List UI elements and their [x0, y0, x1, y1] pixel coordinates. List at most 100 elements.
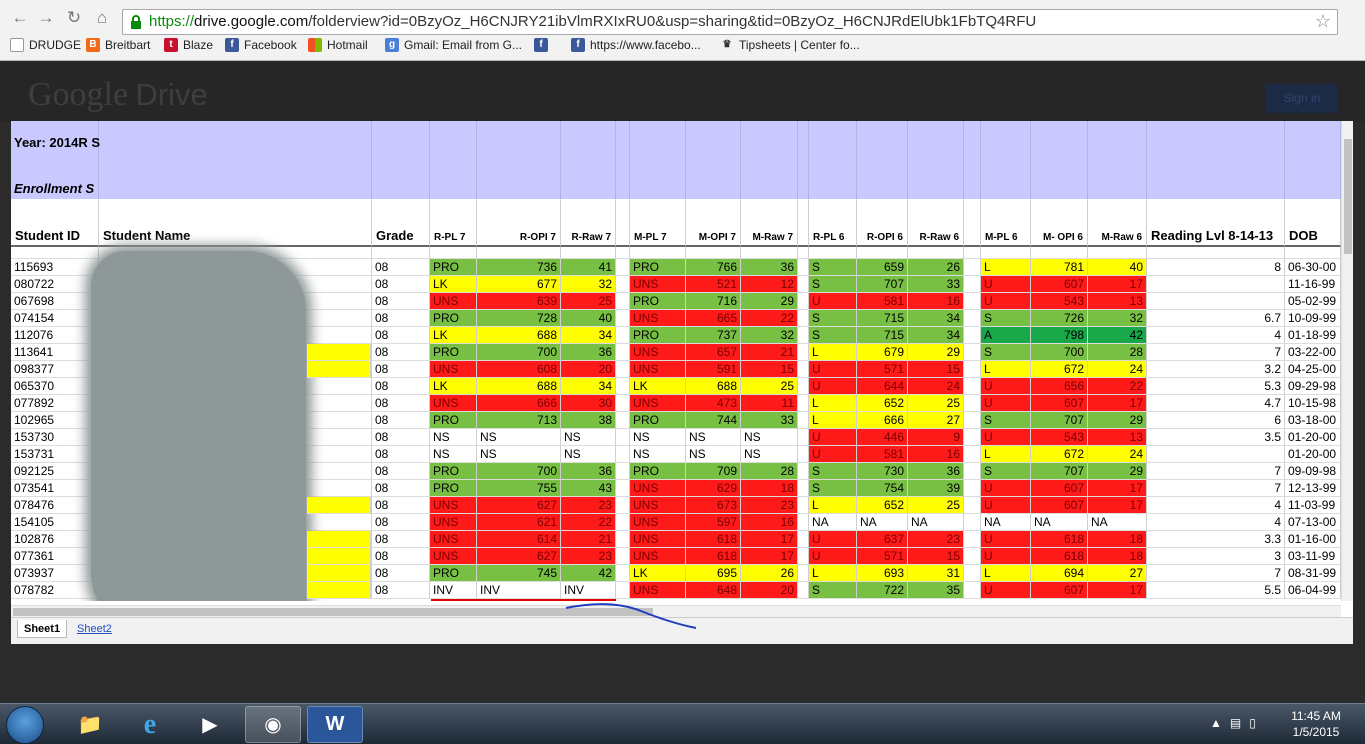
table-cell[interactable]: [964, 259, 981, 276]
bookmark-tipsheets[interactable]: ♛ Tipsheets | Center fo...: [720, 38, 860, 52]
table-cell[interactable]: LK: [630, 565, 686, 582]
table-cell[interactable]: U: [981, 276, 1031, 293]
table-cell[interactable]: 607: [1031, 497, 1088, 514]
table-cell[interactable]: [798, 463, 809, 480]
table-cell[interactable]: 722: [857, 582, 908, 599]
table-cell[interactable]: PRO: [630, 259, 686, 276]
column-header[interactable]: Reading Lvl 8-14-13: [1147, 199, 1285, 247]
table-cell[interactable]: 20: [741, 582, 798, 599]
table-cell[interactable]: UNS: [630, 310, 686, 327]
table-cell[interactable]: 730: [857, 463, 908, 480]
table-cell[interactable]: [964, 480, 981, 497]
table-cell[interactable]: 092125: [11, 463, 99, 480]
table-cell[interactable]: NS: [686, 446, 741, 463]
table-cell[interactable]: 728: [477, 310, 561, 327]
table-cell[interactable]: [964, 582, 981, 599]
table-cell[interactable]: 688: [477, 327, 561, 344]
table-cell[interactable]: U: [809, 361, 857, 378]
table-cell[interactable]: NA: [809, 514, 857, 531]
table-cell[interactable]: [616, 361, 630, 378]
table-cell[interactable]: 15: [741, 361, 798, 378]
table-cell[interactable]: [964, 378, 981, 395]
table-cell[interactable]: [964, 361, 981, 378]
table-cell[interactable]: 15: [908, 548, 964, 565]
table-cell[interactable]: [798, 514, 809, 531]
column-header[interactable]: M-PL 7: [630, 199, 686, 247]
table-cell[interactable]: 01-18-99: [1285, 327, 1341, 344]
table-cell[interactable]: 35: [908, 582, 964, 599]
table-cell[interactable]: 607: [1031, 395, 1088, 412]
table-cell[interactable]: 01-20-00: [1285, 429, 1341, 446]
table-cell[interactable]: 707: [857, 276, 908, 293]
table-cell[interactable]: 113641: [11, 344, 99, 361]
table-cell[interactable]: [616, 565, 630, 582]
table-cell[interactable]: PRO: [630, 412, 686, 429]
table-cell[interactable]: 32: [741, 327, 798, 344]
table-cell[interactable]: 665: [686, 310, 741, 327]
table-cell[interactable]: L: [981, 446, 1031, 463]
table-cell[interactable]: 08: [372, 310, 430, 327]
table-cell[interactable]: A: [981, 327, 1031, 344]
table-cell[interactable]: 38: [561, 412, 616, 429]
table-cell[interactable]: [798, 378, 809, 395]
media-player-icon[interactable]: ▶: [182, 706, 238, 743]
table-cell[interactable]: [616, 276, 630, 293]
table-cell[interactable]: L: [809, 344, 857, 361]
table-cell[interactable]: 42: [1088, 327, 1147, 344]
table-cell[interactable]: 17: [1088, 395, 1147, 412]
horizontal-scroll-thumb[interactable]: [13, 608, 653, 616]
table-cell[interactable]: 08: [372, 565, 430, 582]
table-cell[interactable]: U: [809, 429, 857, 446]
table-cell[interactable]: U: [809, 548, 857, 565]
table-cell[interactable]: NS: [630, 446, 686, 463]
table-cell[interactable]: UNS: [630, 514, 686, 531]
home-icon[interactable]: ⌂: [90, 6, 114, 30]
table-cell[interactable]: UNS: [430, 497, 477, 514]
table-cell[interactable]: 23: [908, 531, 964, 548]
table-cell[interactable]: 473: [686, 395, 741, 412]
table-cell[interactable]: 28: [741, 463, 798, 480]
table-cell[interactable]: 41: [561, 259, 616, 276]
table-cell[interactable]: 446: [857, 429, 908, 446]
table-cell[interactable]: [964, 463, 981, 480]
table-cell[interactable]: 17: [1088, 582, 1147, 599]
table-cell[interactable]: [964, 412, 981, 429]
table-cell[interactable]: 591: [686, 361, 741, 378]
column-header[interactable]: M-PL 6: [981, 199, 1031, 247]
table-cell[interactable]: 08: [372, 412, 430, 429]
table-cell[interactable]: 36: [741, 259, 798, 276]
table-cell[interactable]: [964, 429, 981, 446]
table-cell[interactable]: [964, 531, 981, 548]
table-cell[interactable]: 745: [477, 565, 561, 582]
table-cell[interactable]: [616, 548, 630, 565]
table-cell[interactable]: 629: [686, 480, 741, 497]
table-cell[interactable]: 715: [857, 310, 908, 327]
table-cell[interactable]: 709: [686, 463, 741, 480]
table-cell[interactable]: 31: [908, 565, 964, 582]
table-cell[interactable]: U: [981, 497, 1031, 514]
table-cell[interactable]: 637: [857, 531, 908, 548]
table-cell[interactable]: UNS: [630, 497, 686, 514]
table-cell[interactable]: 648: [686, 582, 741, 599]
bookmark-facebook-2[interactable]: f: [534, 38, 553, 52]
table-cell[interactable]: 34: [561, 378, 616, 395]
table-cell[interactable]: 40: [1088, 259, 1147, 276]
table-cell[interactable]: 6.7: [1147, 310, 1285, 327]
table-cell[interactable]: 597: [686, 514, 741, 531]
table-cell[interactable]: L: [809, 497, 857, 514]
vertical-scrollbar[interactable]: [1341, 121, 1353, 601]
bookmark-drudge[interactable]: DRUDGE: [10, 38, 81, 52]
table-cell[interactable]: 23: [561, 497, 616, 514]
table-cell[interactable]: 22: [1088, 378, 1147, 395]
table-cell[interactable]: [964, 548, 981, 565]
table-cell[interactable]: 695: [686, 565, 741, 582]
table-cell[interactable]: PRO: [430, 344, 477, 361]
table-cell[interactable]: 26: [741, 565, 798, 582]
table-cell[interactable]: 7: [1147, 344, 1285, 361]
table-cell[interactable]: 666: [477, 395, 561, 412]
table-cell[interactable]: 08: [372, 514, 430, 531]
table-cell[interactable]: UNS: [430, 514, 477, 531]
table-cell[interactable]: 153730: [11, 429, 99, 446]
table-cell[interactable]: 694: [1031, 565, 1088, 582]
table-cell[interactable]: 754: [857, 480, 908, 497]
